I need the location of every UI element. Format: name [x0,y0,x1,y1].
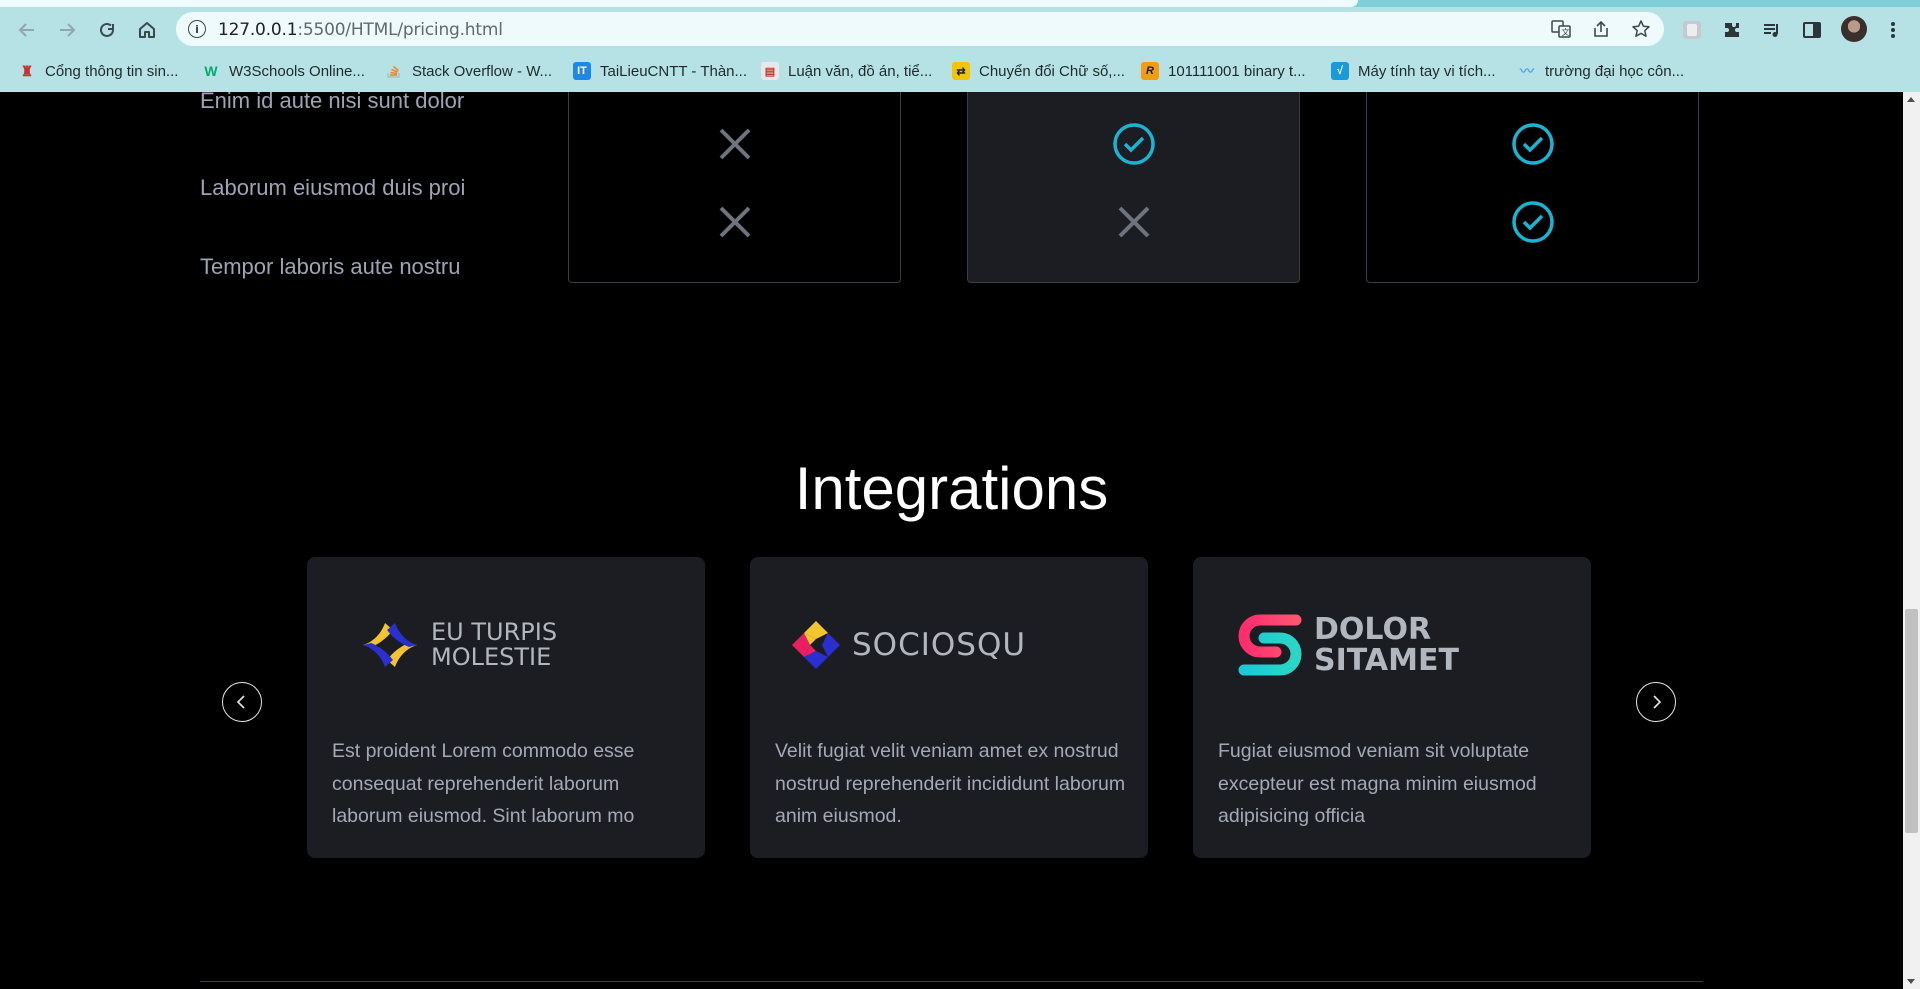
check-circle-icon [1511,201,1554,243]
plan-column-featured [967,92,1300,283]
feature-label: Enim id aute nisi sunt dolor [200,92,465,113]
extensions-puzzle-icon[interactable] [1720,19,1744,41]
rapidtables-icon: R [1141,62,1159,80]
feature-label: Tempor laboris aute nostru [200,254,461,279]
address-bar-url[interactable]: 127.0.0.1:5500/HTML/pricing.html [218,20,503,40]
bookmark-item[interactable]: IT TaiLieuCNTT - Thàn... [573,60,747,82]
arrow-left-icon [18,23,34,37]
bookmark-label: Luận văn, đồ án, tiể... [788,62,933,80]
chevron-left-icon [236,695,245,709]
tab-strip [0,0,1920,7]
integration-card[interactable]: EU TURPIS MOLESTIE Est proident Lorem co… [307,557,705,858]
bookmark-label: W3Schools Online... [229,62,365,80]
arrow-right-icon [60,23,76,37]
cross-icon [719,128,750,160]
active-tab[interactable] [0,0,1358,7]
scroll-up-arrow-icon[interactable] [1907,97,1915,102]
integration-card[interactable]: SOCIOSQU Velit fugiat velit veniam amet … [750,557,1148,858]
check-circle-icon [1511,123,1554,165]
bookmark-item[interactable]: ♜ Cổng thông tin sin... [18,60,179,82]
cross-icon [719,206,750,238]
integration-logo: EU TURPIS MOLESTIE [359,615,557,675]
profile-avatar[interactable] [1841,16,1867,42]
bookmark-item[interactable]: W W3Schools Online... [202,60,365,82]
svg-text:文: 文 [1562,27,1570,37]
logo-text-line: DOLOR [1314,611,1432,647]
integration-card[interactable]: DOLOR SITAMET Fugiat eiusmod veniam sit … [1193,557,1591,858]
plan-column-basic [568,92,901,283]
integration-description: Fugiat eiusmod veniam sit voluptate exce… [1218,740,1537,827]
cross-icon [1118,206,1149,238]
dolor-sitamet-logo-icon [1238,614,1302,676]
browser-chrome: i 127.0.0.1:5500/HTML/pricing.html 文 ♜ C… [0,0,1920,128]
site-info-icon[interactable]: i [188,20,206,38]
bookmark-item[interactable]: ▤ Luận văn, đồ án, tiể... [761,60,932,82]
bookmarks-bar: ♜ Cổng thông tin sin... W W3Schools Onli… [0,52,1920,128]
carousel-next-button[interactable] [1636,682,1676,722]
integrations-title: Integrations [794,455,1109,522]
school-icon: 〰 [1520,63,1534,79]
luanvan-icon: ▤ [761,62,779,80]
page-content: Enim id aute nisi sunt dolor Laborum eiu… [0,92,1903,989]
address-bar[interactable]: i 127.0.0.1:5500/HTML/pricing.html 文 [176,12,1664,46]
bookmark-label: Chuyển đổi Chữ số,... [979,62,1125,80]
scrollbar-thumb[interactable] [1905,609,1918,833]
extension-avatar-icon[interactable] [1680,19,1704,41]
menu-kebab-icon[interactable] [1881,19,1905,41]
home-icon [139,22,155,38]
eu-turpis-logo-icon [363,623,417,667]
reload-button[interactable] [94,17,120,43]
sociosqu-logo-icon [792,621,840,669]
converter-icon: ⇄ [952,62,970,80]
calculator-icon: √ [1331,62,1349,80]
bookmark-label: Stack Overflow - W... [412,62,553,80]
logo-text-line: EU TURPIS [431,617,558,646]
bookmark-item[interactable]: ⇄ Chuyển đổi Chữ số,... [952,60,1125,82]
browser-toolbar: i 127.0.0.1:5500/HTML/pricing.html 文 [0,7,1920,52]
media-queue-icon[interactable] [1760,19,1784,41]
integration-description: Est proident Lorem commodo esse consequa… [332,740,635,827]
feature-label: Laborum eiusmod duis proi [200,175,466,200]
bookmark-item[interactable]: R 101111001 binary t... [1141,60,1306,82]
footer-divider [200,981,1703,982]
bookmark-label: Cổng thông tin sin... [45,62,179,80]
bookmark-label: trường đại học côn... [1545,62,1685,80]
university-logo-icon: ♜ [20,62,34,79]
share-icon[interactable] [1590,19,1612,39]
integration-logo: DOLOR SITAMET [1236,611,1459,678]
bookmark-item[interactable]: √ Máy tính tay vi tích... [1331,60,1496,82]
bookmark-star-icon[interactable] [1630,19,1652,39]
check-circle-icon [1112,123,1155,165]
integration-logo: SOCIOSQU [790,615,1026,675]
carousel-prev-button[interactable] [222,682,262,722]
logo-text-line: SITAMET [1314,643,1459,678]
chevron-right-icon [1653,695,1662,709]
home-button[interactable] [134,17,160,43]
stackoverflow-icon [385,62,403,80]
page-scrollbar[interactable] [1903,92,1920,989]
translate-icon[interactable]: 文 [1550,19,1572,39]
bookmark-item[interactable]: Stack Overflow - W... [385,60,552,82]
forward-button[interactable] [54,17,80,43]
scroll-down-arrow-icon[interactable] [1907,979,1915,984]
bookmark-label: TaiLieuCNTT - Thàn... [600,62,748,80]
bookmark-label: Máy tính tay vi tích... [1358,62,1496,80]
tailieucntt-icon: IT [573,62,591,80]
logo-text-line: MOLESTIE [431,643,552,671]
side-panel-icon[interactable] [1800,19,1824,41]
bookmark-label: 101111001 binary t... [1168,62,1306,80]
logo-text-line: SOCIOSQU [852,626,1027,663]
reload-icon [100,22,114,37]
w3schools-icon: W [204,63,218,79]
plan-column-premium [1366,92,1699,283]
integration-description: Velit fugiat velit veniam amet ex nostru… [775,740,1126,827]
bookmark-item[interactable]: 〰 trường đại học côn... [1518,60,1684,82]
back-button[interactable] [14,17,40,43]
